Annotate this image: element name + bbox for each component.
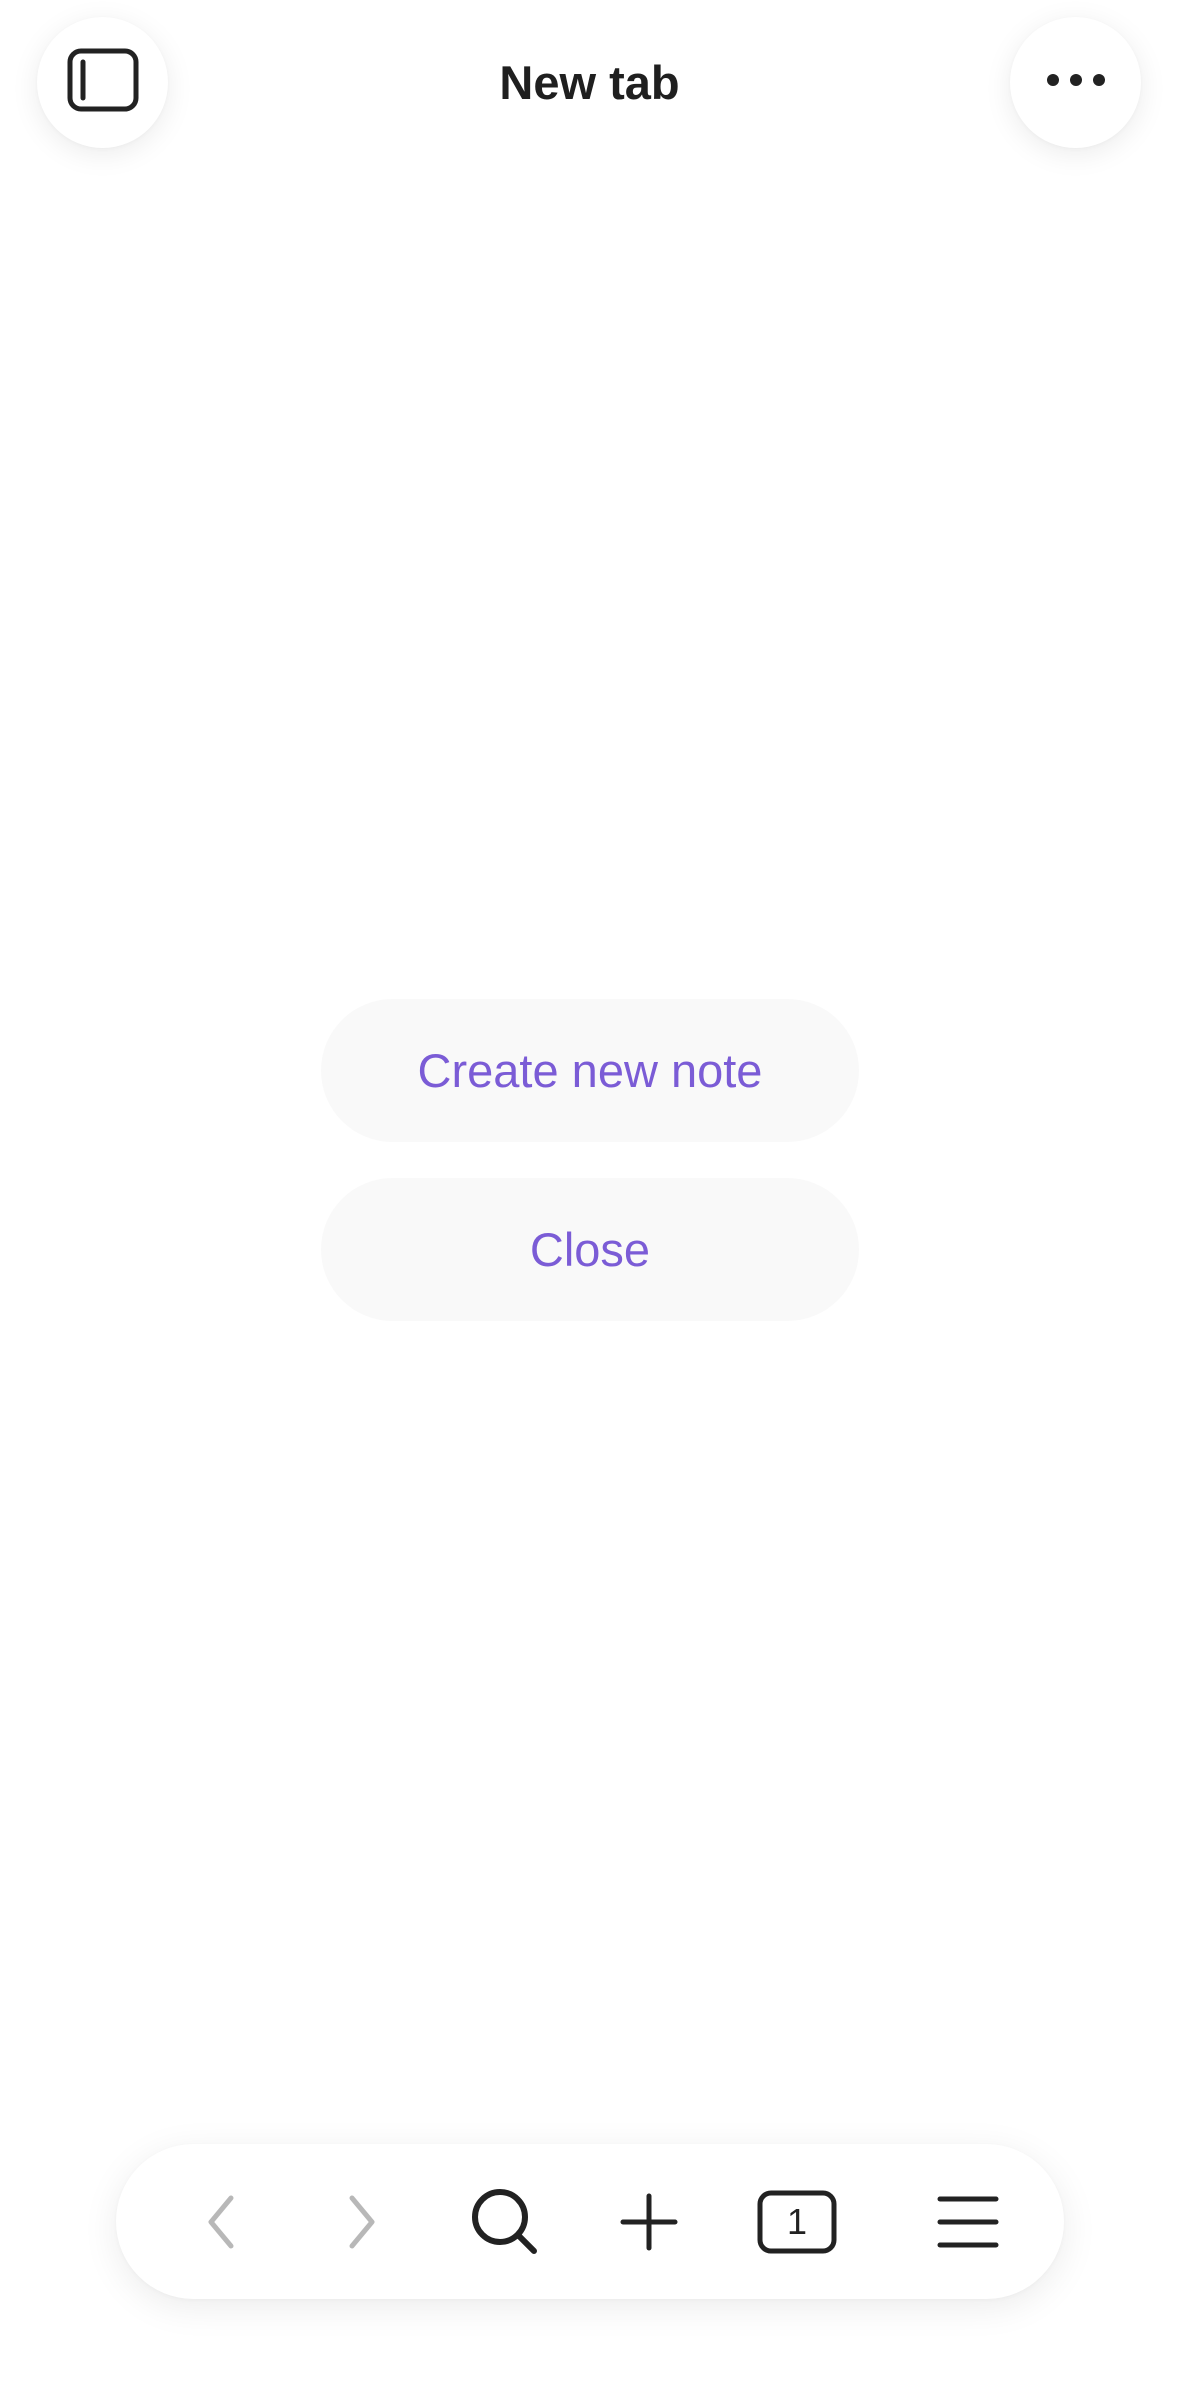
forward-button[interactable] [307, 2144, 417, 2299]
bottom-toolbar: 1 [116, 2144, 1064, 2299]
search-icon [470, 2187, 540, 2257]
more-horizontal-icon [1046, 73, 1106, 92]
search-button[interactable] [450, 2144, 560, 2299]
back-arrow-icon [201, 2192, 241, 2252]
create-new-note-button[interactable]: Create new note [321, 999, 859, 1142]
new-tab-button[interactable] [594, 2144, 704, 2299]
close-button[interactable]: Close [321, 1178, 859, 1321]
tabs-icon: 1 [756, 2189, 838, 2255]
menu-icon [937, 2194, 999, 2250]
tab-count: 1 [787, 2201, 807, 2242]
back-button[interactable] [166, 2144, 276, 2299]
plus-icon [619, 2192, 679, 2252]
page-title: New tab [499, 56, 680, 109]
more-options-button[interactable] [1010, 17, 1141, 148]
menu-button[interactable] [913, 2144, 1023, 2299]
forward-arrow-icon [342, 2192, 382, 2252]
tabs-button[interactable]: 1 [742, 2144, 852, 2299]
